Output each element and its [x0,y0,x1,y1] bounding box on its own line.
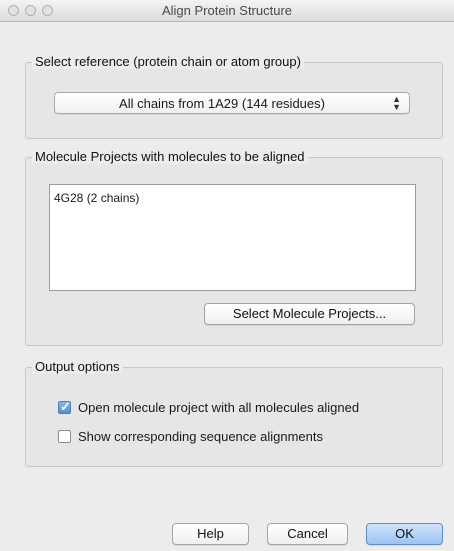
ok-button[interactable]: OK [366,523,443,545]
output-legend: Output options [32,359,123,374]
list-item[interactable]: 4G28 (2 chains) [54,191,139,205]
projects-legend: Molecule Projects with molecules to be a… [32,149,308,164]
output-options-group: Output options [25,359,443,467]
reference-select-value: All chains from 1A29 (144 residues) [119,96,325,111]
window-title: Align Protein Structure [161,3,293,18]
open-aligned-label[interactable]: Open molecule project with all molecules… [78,400,359,415]
show-alignments-label[interactable]: Show corresponding sequence alignments [78,429,323,444]
projects-list[interactable]: 4G28 (2 chains) [49,184,416,291]
cancel-button[interactable]: Cancel [267,523,348,545]
select-molecule-projects-button[interactable]: Select Molecule Projects... [204,303,415,325]
reference-select[interactable]: All chains from 1A29 (144 residues) ▲ ▼ [54,92,410,114]
open-aligned-checkbox[interactable]: ✓ [58,399,71,414]
title-bar: Align Protein Structure [0,0,454,22]
reference-legend: Select reference (protein chain or atom … [32,54,304,69]
help-button[interactable]: Help [172,523,249,545]
checkmark-icon: ✓ [60,399,71,414]
show-alignments-checkbox[interactable] [58,430,71,443]
updown-arrows-icon: ▲ ▼ [392,94,401,112]
